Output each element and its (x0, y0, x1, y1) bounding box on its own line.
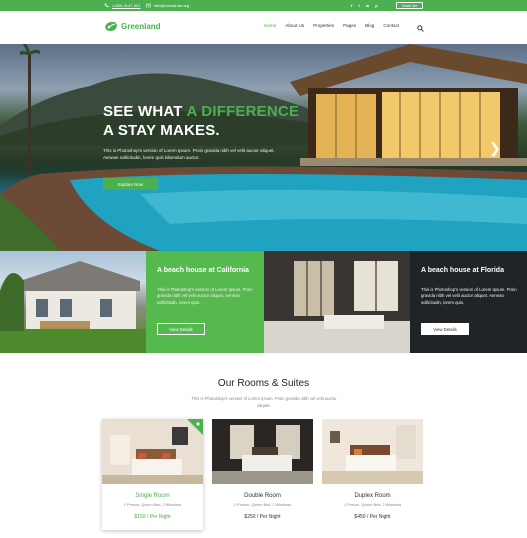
nav-item-blog[interactable]: Blog (365, 23, 374, 28)
room-price: $250 / Per Night (244, 514, 281, 520)
main-navigation: Greenland Home About Us Properties Pages… (0, 11, 527, 44)
nav-item-contact[interactable]: Contact (383, 23, 399, 28)
nav-menu: Home About Us Properties Pages Blog Cont… (264, 23, 408, 28)
room-details: 1 Person, Queen Bed, 2 Windows (123, 503, 182, 507)
house-interior-image (264, 251, 410, 353)
florida-feature-card: A beach house at Florida This is Photosh… (410, 251, 527, 353)
twitter-icon[interactable]: t (358, 3, 359, 8)
room-price: $150 / Per Night (134, 514, 171, 520)
section-subtitle: This is Photoshop's version of Lorem Ips… (191, 396, 337, 408)
phone-contact[interactable]: 1-800-4147-321 (104, 0, 140, 11)
hero-description: This is Photoshop's version of Lorem Ips… (103, 148, 275, 160)
logo[interactable]: Greenland (104, 21, 161, 32)
phone-number: 1-800-4147-321 (112, 3, 141, 8)
slider-next-arrow-icon[interactable]: ❯ (489, 140, 501, 157)
room-name: Single Room (135, 493, 170, 499)
hero-title-highlight: A DIFFERENCE (186, 103, 300, 120)
room-photo (212, 419, 313, 484)
feature-title: A beach house at Florida (421, 267, 504, 274)
nav-item-pages[interactable]: Pages (343, 23, 356, 28)
social-links: f t in p (351, 0, 378, 11)
section-title: Our Rooms & Suites (217, 378, 310, 389)
room-photo (102, 419, 203, 484)
facebook-icon[interactable]: f (351, 3, 352, 8)
mail-icon (146, 3, 151, 8)
feature-description: This is Photoshop's version of Lorem Ips… (157, 287, 253, 305)
california-feature-card: A beach house at California This is Phot… (146, 251, 264, 353)
florida-house-photo (264, 251, 410, 353)
room-price: $450 / Per Night (354, 514, 391, 520)
hero-title-line2: A STAY MAKES. (103, 122, 220, 139)
nav-item-about-us[interactable]: About Us (285, 23, 304, 28)
bedroom-image (212, 419, 313, 484)
room-card-duplex[interactable]: Duplex Room 1 Person, Queen Bed, 2 Windo… (322, 419, 423, 530)
feature-title: A beach house at California (157, 267, 249, 274)
room-photo (322, 419, 423, 484)
room-name: Duplex Room (354, 493, 391, 499)
guide-me-button[interactable]: Guide Me (396, 2, 423, 9)
room-details: 1 Person, Queen Bed, 2 Windows (343, 503, 402, 507)
room-card-double[interactable]: Double Room 2 Person, Queen Bed, 2 Windo… (212, 419, 313, 530)
villa-image (290, 44, 527, 166)
brand-name: Greenland (121, 22, 161, 31)
view-details-button[interactable]: View Details (421, 323, 469, 335)
featured-corner-badge-icon (187, 419, 203, 435)
california-house-photo (0, 251, 146, 353)
top-bar: 1-800-4147-321 info@domainde.org f t in … (0, 0, 527, 11)
room-card-single[interactable]: Single Room 1 Person, Queen Bed, 2 Windo… (102, 419, 203, 530)
house-exterior-image (0, 261, 146, 353)
nav-item-home[interactable]: Home (264, 23, 276, 28)
explore-now-button[interactable]: Explore Now (103, 178, 158, 190)
hero-banner: SEE WHAT A DIFFERENCE A STAY MAKES. This… (0, 44, 527, 251)
hero-headline: SEE WHAT A DIFFERENCE A STAY MAKES. (103, 102, 299, 140)
palm-tree-image (20, 44, 40, 174)
pool-image (0, 166, 527, 251)
view-details-button[interactable]: View Details (157, 323, 205, 335)
feature-description: This is Photoshop's version of Lorem Ips… (421, 287, 517, 305)
search-icon[interactable] (417, 25, 424, 32)
nav-item-properties[interactable]: Properties (313, 23, 334, 28)
bedroom-image (322, 419, 423, 484)
leaf-logo-icon (105, 21, 117, 31)
room-name: Double Room (244, 493, 281, 499)
email-address: info@domainde.org (154, 3, 189, 8)
pinterest-icon[interactable]: p (375, 3, 377, 8)
room-details: 2 Person, Queen Bed, 2 Windows (233, 503, 292, 507)
linkedin-icon[interactable]: in (366, 3, 370, 8)
email-contact[interactable]: info@domainde.org (146, 0, 189, 11)
hero-title-line1: SEE WHAT (103, 103, 187, 120)
phone-icon (104, 3, 109, 8)
